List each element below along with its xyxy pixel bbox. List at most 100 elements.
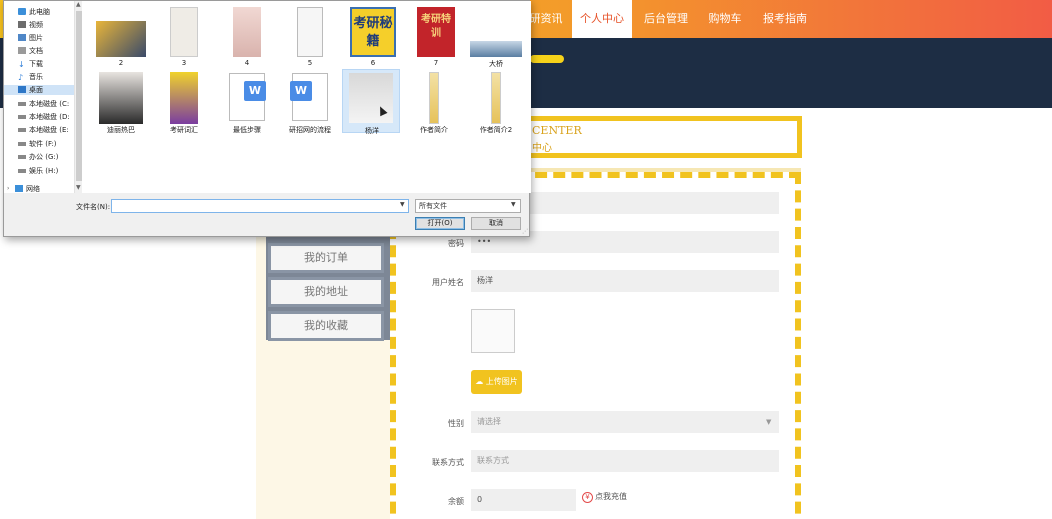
file-item[interactable]: 迪丽热巴 — [92, 69, 150, 134]
nav-item-cart[interactable]: 购物车 — [700, 0, 750, 38]
file-item[interactable]: 考研秘籍 6 — [344, 3, 402, 67]
section-title: CENTER — [532, 124, 582, 137]
tree-item-drive-c[interactable]: 本地磁盘 (C: — [4, 99, 80, 109]
image-thumbnail — [99, 72, 143, 124]
drive-icon — [18, 102, 26, 106]
file-label: 研招网的流程 — [289, 126, 331, 134]
tree-item-label: 音乐 — [29, 73, 43, 81]
drive-icon — [18, 128, 26, 132]
tree-item-documents[interactable]: 文档 — [4, 46, 80, 56]
image-thumbnail: 考研秘籍 — [350, 7, 396, 57]
word-badge-icon: W — [290, 81, 312, 101]
drive-icon — [18, 142, 26, 146]
tree-item-label: 图片 — [29, 34, 43, 42]
file-item[interactable]: 作者简介 — [405, 69, 463, 134]
upload-icon: ☁ — [475, 377, 484, 386]
sidebar-item-orders[interactable]: 我的订单 — [268, 243, 384, 273]
banner-indicator[interactable] — [530, 55, 564, 63]
tree-item-pictures[interactable]: 图片 — [4, 33, 80, 43]
username-field[interactable]: 杨洋 — [471, 270, 779, 292]
filename-input[interactable] — [111, 199, 409, 213]
file-item[interactable]: 考研特训 7 — [407, 3, 465, 67]
music-icon: ♪ — [18, 73, 24, 82]
tree-item-downloads[interactable]: ↓ 下载 — [4, 59, 80, 69]
avatar-preview — [471, 309, 515, 353]
password-label: 密码 — [448, 239, 464, 248]
sidebar-item-favorites[interactable]: 我的收藏 — [268, 311, 384, 341]
file-label: 7 — [433, 59, 439, 67]
image-thumbnail — [170, 7, 198, 57]
chevron-up-icon[interactable]: ▲ — [76, 1, 81, 8]
drive-icon — [18, 115, 26, 119]
contact-label: 联系方式 — [432, 458, 464, 467]
file-label: 6 — [370, 59, 376, 67]
gender-label: 性别 — [448, 419, 464, 428]
file-label: 3 — [181, 59, 187, 67]
folder-tree: 此电脑 视频 图片 文档 ↓ 下载 ♪ 音乐 桌面 本地磁盘 (C: 本地磁盘 (D… — [4, 1, 82, 194]
image-thumbnail — [170, 72, 198, 124]
drive-icon — [18, 169, 26, 173]
tree-item-label: 软件 (F:) — [29, 140, 57, 148]
filetype-select[interactable]: 所有文件 — [415, 199, 521, 213]
file-label: 2 — [118, 59, 124, 67]
computer-icon — [18, 8, 26, 15]
upload-image-label: 上传图片 — [485, 377, 518, 386]
tree-item-drive-h[interactable]: 娱乐 (H:) — [4, 166, 80, 176]
image-thumbnail — [349, 73, 393, 123]
nav-item-personal-center[interactable]: 个人中心 — [572, 0, 632, 38]
nav-item-admin[interactable]: 后台管理 — [638, 0, 694, 38]
file-label: 杨洋 — [365, 127, 379, 135]
tree-item-drive-g[interactable]: 办公 (G:) — [4, 152, 80, 162]
tree-item-this-pc[interactable]: 此电脑 — [4, 7, 80, 17]
file-item[interactable]: 3 — [155, 3, 213, 67]
file-item[interactable]: 4 — [218, 3, 276, 67]
gender-select[interactable]: 请选择 — [471, 411, 779, 433]
username-label: 用户姓名 — [432, 278, 464, 287]
chevron-down-icon: ▼ — [766, 418, 772, 426]
file-item[interactable]: 作者简介2 — [467, 69, 525, 134]
file-label: 4 — [244, 59, 250, 67]
file-label: 最低步骤 — [233, 126, 261, 134]
image-thumbnail — [470, 41, 522, 57]
upload-image-button[interactable]: ☁ 上传图片 — [471, 370, 522, 394]
download-icon: ↓ — [18, 60, 25, 69]
yen-icon: ¥ — [582, 492, 593, 503]
tree-item-label: 本地磁盘 (D: — [29, 113, 70, 121]
file-item-selected[interactable]: 杨洋 — [342, 69, 400, 135]
file-label: 迪丽热巴 — [107, 126, 135, 134]
file-item[interactable]: W 研招网的流程 — [281, 69, 339, 134]
sidebar-item-address[interactable]: 我的地址 — [268, 277, 384, 307]
open-button[interactable]: 打开(O) — [415, 217, 465, 230]
cancel-button[interactable]: 取消 — [471, 217, 521, 230]
tree-item-network[interactable]: › 网络 — [4, 184, 80, 194]
documents-folder-icon — [18, 47, 26, 54]
tree-item-drive-e[interactable]: 本地磁盘 (E: — [4, 125, 80, 135]
file-list: 2 3 4 5 考研秘籍 6 考研特训 7 大桥 迪丽热巴 考研词汇 W 最低步… — [82, 1, 531, 193]
tree-item-music[interactable]: ♪ 音乐 — [4, 72, 80, 82]
tree-item-label: 文档 — [29, 47, 43, 55]
nav-item-exam-guide[interactable]: 报考指南 — [758, 0, 812, 38]
file-item[interactable]: 大桥 — [467, 3, 525, 68]
recharge-link[interactable]: ¥ 点我充值 — [582, 491, 627, 503]
resize-grip-icon[interactable]: ⋰ — [522, 228, 528, 235]
file-item[interactable]: W 最低步骤 — [218, 69, 276, 134]
file-item[interactable]: 考研词汇 — [155, 69, 213, 134]
tree-item-drive-d[interactable]: 本地磁盘 (D: — [4, 112, 80, 122]
tree-item-drive-f[interactable]: 软件 (F:) — [4, 139, 80, 149]
file-item[interactable]: 2 — [92, 3, 150, 67]
tree-item-videos[interactable]: 视频 — [4, 20, 80, 30]
tree-item-desktop[interactable]: 桌面 — [4, 85, 80, 95]
drive-icon — [18, 155, 26, 159]
contact-field[interactable]: 联系方式 — [471, 450, 779, 472]
file-label: 作者简介2 — [479, 126, 513, 134]
chevron-down-icon[interactable]: ▼ — [76, 184, 81, 191]
file-item[interactable]: 5 — [281, 3, 339, 67]
tree-item-label: 办公 (G:) — [29, 153, 59, 161]
pictures-folder-icon — [18, 34, 26, 41]
chevron-down-icon: ▼ — [511, 201, 516, 208]
file-label: 大桥 — [489, 60, 503, 68]
image-thumbnail — [233, 7, 261, 57]
folder-tree-scrollbar[interactable]: ▲ ▼ — [74, 1, 82, 193]
desktop-folder-icon — [18, 86, 26, 93]
chevron-down-icon[interactable]: ▼ — [400, 201, 405, 208]
